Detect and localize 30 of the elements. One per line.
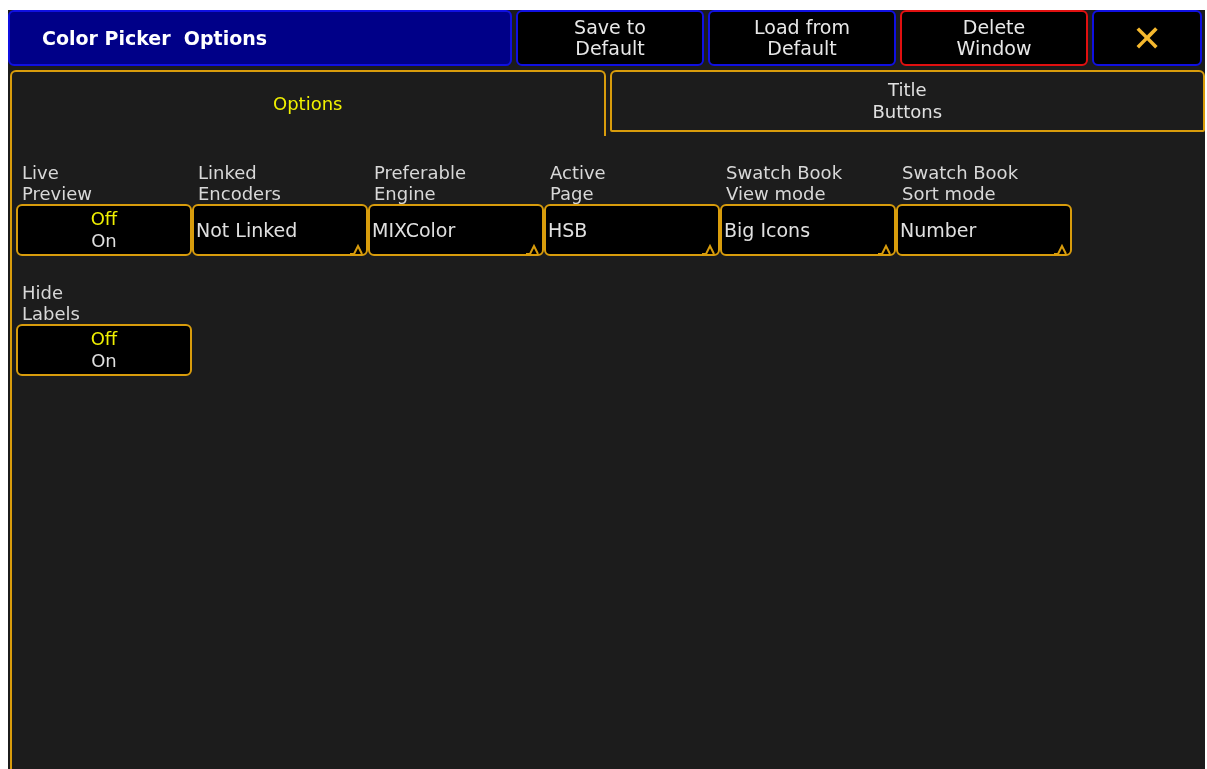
toggle-option: On (91, 230, 117, 252)
dropdown-notch-icon (526, 244, 540, 256)
close-button[interactable]: ✕ (1092, 10, 1202, 66)
dropdown-button[interactable]: HSB (544, 204, 720, 256)
dropdown-notch-icon (1054, 244, 1068, 256)
dropdown-notch-icon (350, 244, 364, 256)
header-button[interactable]: Save to Default (516, 10, 704, 66)
toggle-button[interactable]: Off On (16, 324, 192, 376)
setting-label: Hide Labels (21, 282, 81, 324)
setting-label: Live Preview (21, 162, 94, 204)
toggle-option: Off (90, 328, 118, 350)
toggle-button[interactable]: Off On (16, 204, 192, 256)
dropdown-button[interactable]: MIXColor (368, 204, 544, 256)
window-title: Color Picker Options (42, 25, 268, 51)
toggle-option: Off (90, 208, 118, 230)
dropdown-button[interactable]: Number (896, 204, 1072, 256)
dropdown-button[interactable]: Big Icons (720, 204, 896, 256)
header-button[interactable]: Load from Default (708, 10, 896, 66)
setting-label: Swatch Book View mode (725, 162, 844, 204)
toggle-option: On (91, 350, 117, 372)
tab[interactable]: Title Buttons (609, 70, 1205, 132)
dropdown-notch-icon (878, 244, 892, 256)
dropdown-button[interactable]: Not Linked (192, 204, 368, 256)
setting-label: Swatch Book Sort mode (901, 162, 1020, 204)
setting-label: Preferable Engine (373, 162, 467, 204)
header-button[interactable]: Delete Window (900, 10, 1088, 66)
tab[interactable]: Options (10, 70, 606, 136)
setting-label: Linked Encoders (197, 162, 282, 204)
setting-label: Active Page (549, 162, 607, 204)
dropdown-notch-icon (702, 244, 716, 256)
